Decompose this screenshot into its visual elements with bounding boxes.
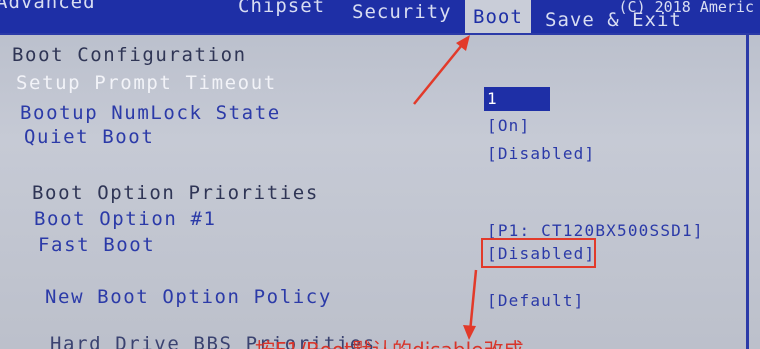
- annotation-caption: 按F1/Boot默认的disable改成: [255, 334, 524, 349]
- panel-top-border: [0, 33, 760, 35]
- tab-boot[interactable]: Boot: [463, 0, 533, 35]
- boot-option-1-label[interactable]: Boot Option #1: [34, 208, 217, 230]
- quiet-boot-value[interactable]: [Disabled]: [487, 144, 595, 163]
- setup-prompt-timeout-field[interactable]: 1: [484, 87, 550, 111]
- bootup-numlock-value[interactable]: [On]: [487, 116, 530, 135]
- quiet-boot-label[interactable]: Quiet Boot: [24, 126, 154, 148]
- copyright-text: (C) 2018 Americ: [618, 0, 754, 16]
- bios-screen: Advanced Chipset Security Boot Save & Ex…: [0, 0, 760, 349]
- fast-boot-highlight-box: [481, 238, 596, 268]
- panel-divider: [746, 33, 749, 349]
- arrow-to-boot-tab-icon: [413, 35, 470, 105]
- tab-advanced[interactable]: Advanced: [0, 0, 96, 20]
- bootup-numlock-label[interactable]: Bootup NumLock State: [20, 102, 281, 124]
- section-title-boot-priorities: Boot Option Priorities: [32, 182, 319, 204]
- arrow-down-icon: [463, 269, 478, 340]
- setup-prompt-timeout-label[interactable]: Setup Prompt Timeout: [16, 72, 277, 94]
- menu-bar: Advanced Chipset Security Boot Save & Ex…: [0, 0, 760, 35]
- fast-boot-label[interactable]: Fast Boot: [38, 234, 155, 256]
- new-boot-option-policy-value[interactable]: [Default]: [487, 291, 585, 310]
- tab-chipset[interactable]: Chipset: [238, 0, 325, 24]
- tab-security[interactable]: Security: [352, 0, 452, 30]
- new-boot-option-policy-label[interactable]: New Boot Option Policy: [45, 286, 332, 308]
- section-title-boot-configuration: Boot Configuration: [12, 44, 247, 66]
